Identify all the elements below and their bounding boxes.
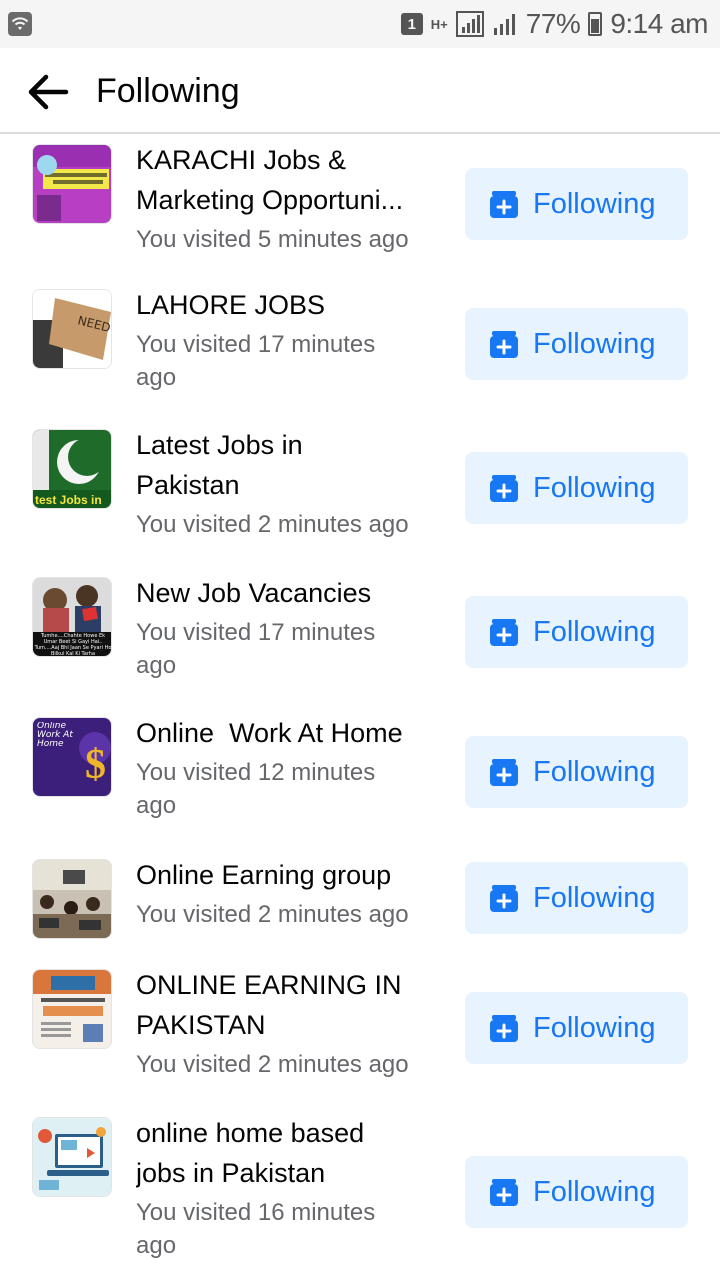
list-item[interactable]: Tumhe....Chahte Howe Ek Umar Beet Si Gay… bbox=[0, 573, 720, 693]
list-item[interactable]: KARACHI Jobs & Marketing Opportuni... Yo… bbox=[0, 140, 720, 260]
last-visited-text: You visited 12 minutes ago bbox=[136, 759, 376, 819]
dollar-icon: $ bbox=[85, 742, 106, 788]
banner-text: test Jobs in bbox=[35, 493, 102, 507]
group-avatar bbox=[32, 1117, 112, 1197]
following-button-label: Following bbox=[533, 881, 656, 914]
list-item[interactable]: $ Online Work At Home Online Work At Hom… bbox=[0, 713, 720, 833]
following-button[interactable]: Following bbox=[465, 596, 688, 668]
last-visited-text: You visited 2 minutes ago bbox=[136, 511, 409, 538]
last-visited-text: You visited 2 minutes ago bbox=[136, 901, 409, 928]
following-button-label: Following bbox=[533, 327, 656, 360]
group-name[interactable]: ONLINE EARNING IN PAKISTAN bbox=[136, 965, 436, 1045]
following-button-label: Following bbox=[533, 187, 656, 220]
following-button-label: Following bbox=[533, 1011, 656, 1044]
group-avatar: Tumhe....Chahte Howe Ek Umar Beet Si Gay… bbox=[32, 577, 112, 657]
wifi-icon bbox=[8, 12, 32, 36]
notification-badge: 1 bbox=[400, 13, 423, 35]
caption-text: Tumhe....Chahte Howe Ek Umar Beet Si Gay… bbox=[34, 633, 112, 657]
list-item[interactable]: online home based jobs in Pakistan You v… bbox=[0, 1113, 720, 1263]
following-button-label: Following bbox=[533, 615, 656, 648]
following-group-icon bbox=[490, 475, 518, 502]
group-avatar: test Jobs in bbox=[32, 429, 112, 509]
list-item[interactable]: ONLINE EARNING IN PAKISTAN You visited 2… bbox=[0, 965, 720, 1095]
list-item[interactable]: Online Earning group You visited 2 minut… bbox=[0, 855, 720, 955]
group-name[interactable]: New Job Vacancies bbox=[136, 573, 446, 613]
following-group-icon bbox=[490, 1179, 518, 1206]
status-right-group: 1 H+ 77% 9:14 am bbox=[400, 6, 708, 42]
battery-icon bbox=[588, 12, 603, 36]
last-visited-text: You visited 17 minutes ago bbox=[136, 619, 376, 679]
last-visited-text: You visited 2 minutes ago bbox=[136, 1051, 409, 1078]
following-group-icon bbox=[490, 885, 518, 912]
following-button[interactable]: Following bbox=[465, 308, 688, 380]
last-visited-text: You visited 16 minutes ago bbox=[136, 1199, 376, 1259]
group-name[interactable]: KARACHI Jobs & Marketing Opportuni... bbox=[136, 140, 446, 220]
last-visited-text: You visited 17 minutes ago bbox=[136, 331, 376, 391]
following-group-icon bbox=[490, 191, 518, 218]
signal-icon-sim2 bbox=[493, 14, 515, 35]
following-button-label: Following bbox=[533, 1175, 656, 1208]
battery-percent: 77% bbox=[525, 8, 581, 39]
group-avatar bbox=[32, 859, 112, 939]
list-item[interactable]: NEED A JOB LAHORE JOBS You visited 17 mi… bbox=[0, 285, 720, 405]
group-avatar: NEED A JOB bbox=[32, 289, 112, 369]
following-button[interactable]: Following bbox=[465, 452, 688, 524]
thumb-text: Online Work At Home bbox=[37, 722, 73, 749]
status-bar: 1 H+ 77% 9:14 am bbox=[0, 0, 720, 48]
group-name[interactable]: Online Earning group bbox=[136, 855, 456, 895]
group-name[interactable]: online home based jobs in Pakistan bbox=[136, 1113, 416, 1193]
following-button[interactable]: Following bbox=[465, 168, 688, 240]
group-name[interactable]: Latest Jobs in Pakistan bbox=[136, 425, 376, 505]
following-button-label: Following bbox=[533, 471, 656, 504]
group-avatar: $ Online Work At Home bbox=[32, 717, 112, 797]
following-button[interactable]: Following bbox=[465, 736, 688, 808]
arrow-left-icon bbox=[28, 74, 69, 110]
network-type-indicator: H+ bbox=[430, 16, 448, 32]
following-button[interactable]: Following bbox=[465, 862, 688, 934]
group-name[interactable]: LAHORE JOBS bbox=[136, 285, 446, 325]
group-avatar bbox=[32, 969, 112, 1049]
clock: 9:14 am bbox=[610, 8, 708, 39]
following-group-icon bbox=[490, 619, 518, 646]
following-group-icon bbox=[490, 1015, 518, 1042]
list-item[interactable]: test Jobs in Latest Jobs in Pakistan You… bbox=[0, 425, 720, 555]
following-button[interactable]: Following bbox=[465, 1156, 688, 1228]
back-button[interactable] bbox=[22, 68, 74, 116]
group-name[interactable]: Online Work At Home bbox=[136, 713, 456, 753]
following-group-icon bbox=[490, 759, 518, 786]
following-button-label: Following bbox=[533, 755, 656, 788]
following-group-icon bbox=[490, 331, 518, 358]
header: Following bbox=[0, 48, 720, 134]
last-visited-text: You visited 5 minutes ago bbox=[136, 226, 409, 253]
group-avatar bbox=[32, 144, 112, 224]
signal-icon-sim1 bbox=[455, 11, 484, 37]
page-title: Following bbox=[96, 72, 240, 110]
following-button[interactable]: Following bbox=[465, 992, 688, 1064]
